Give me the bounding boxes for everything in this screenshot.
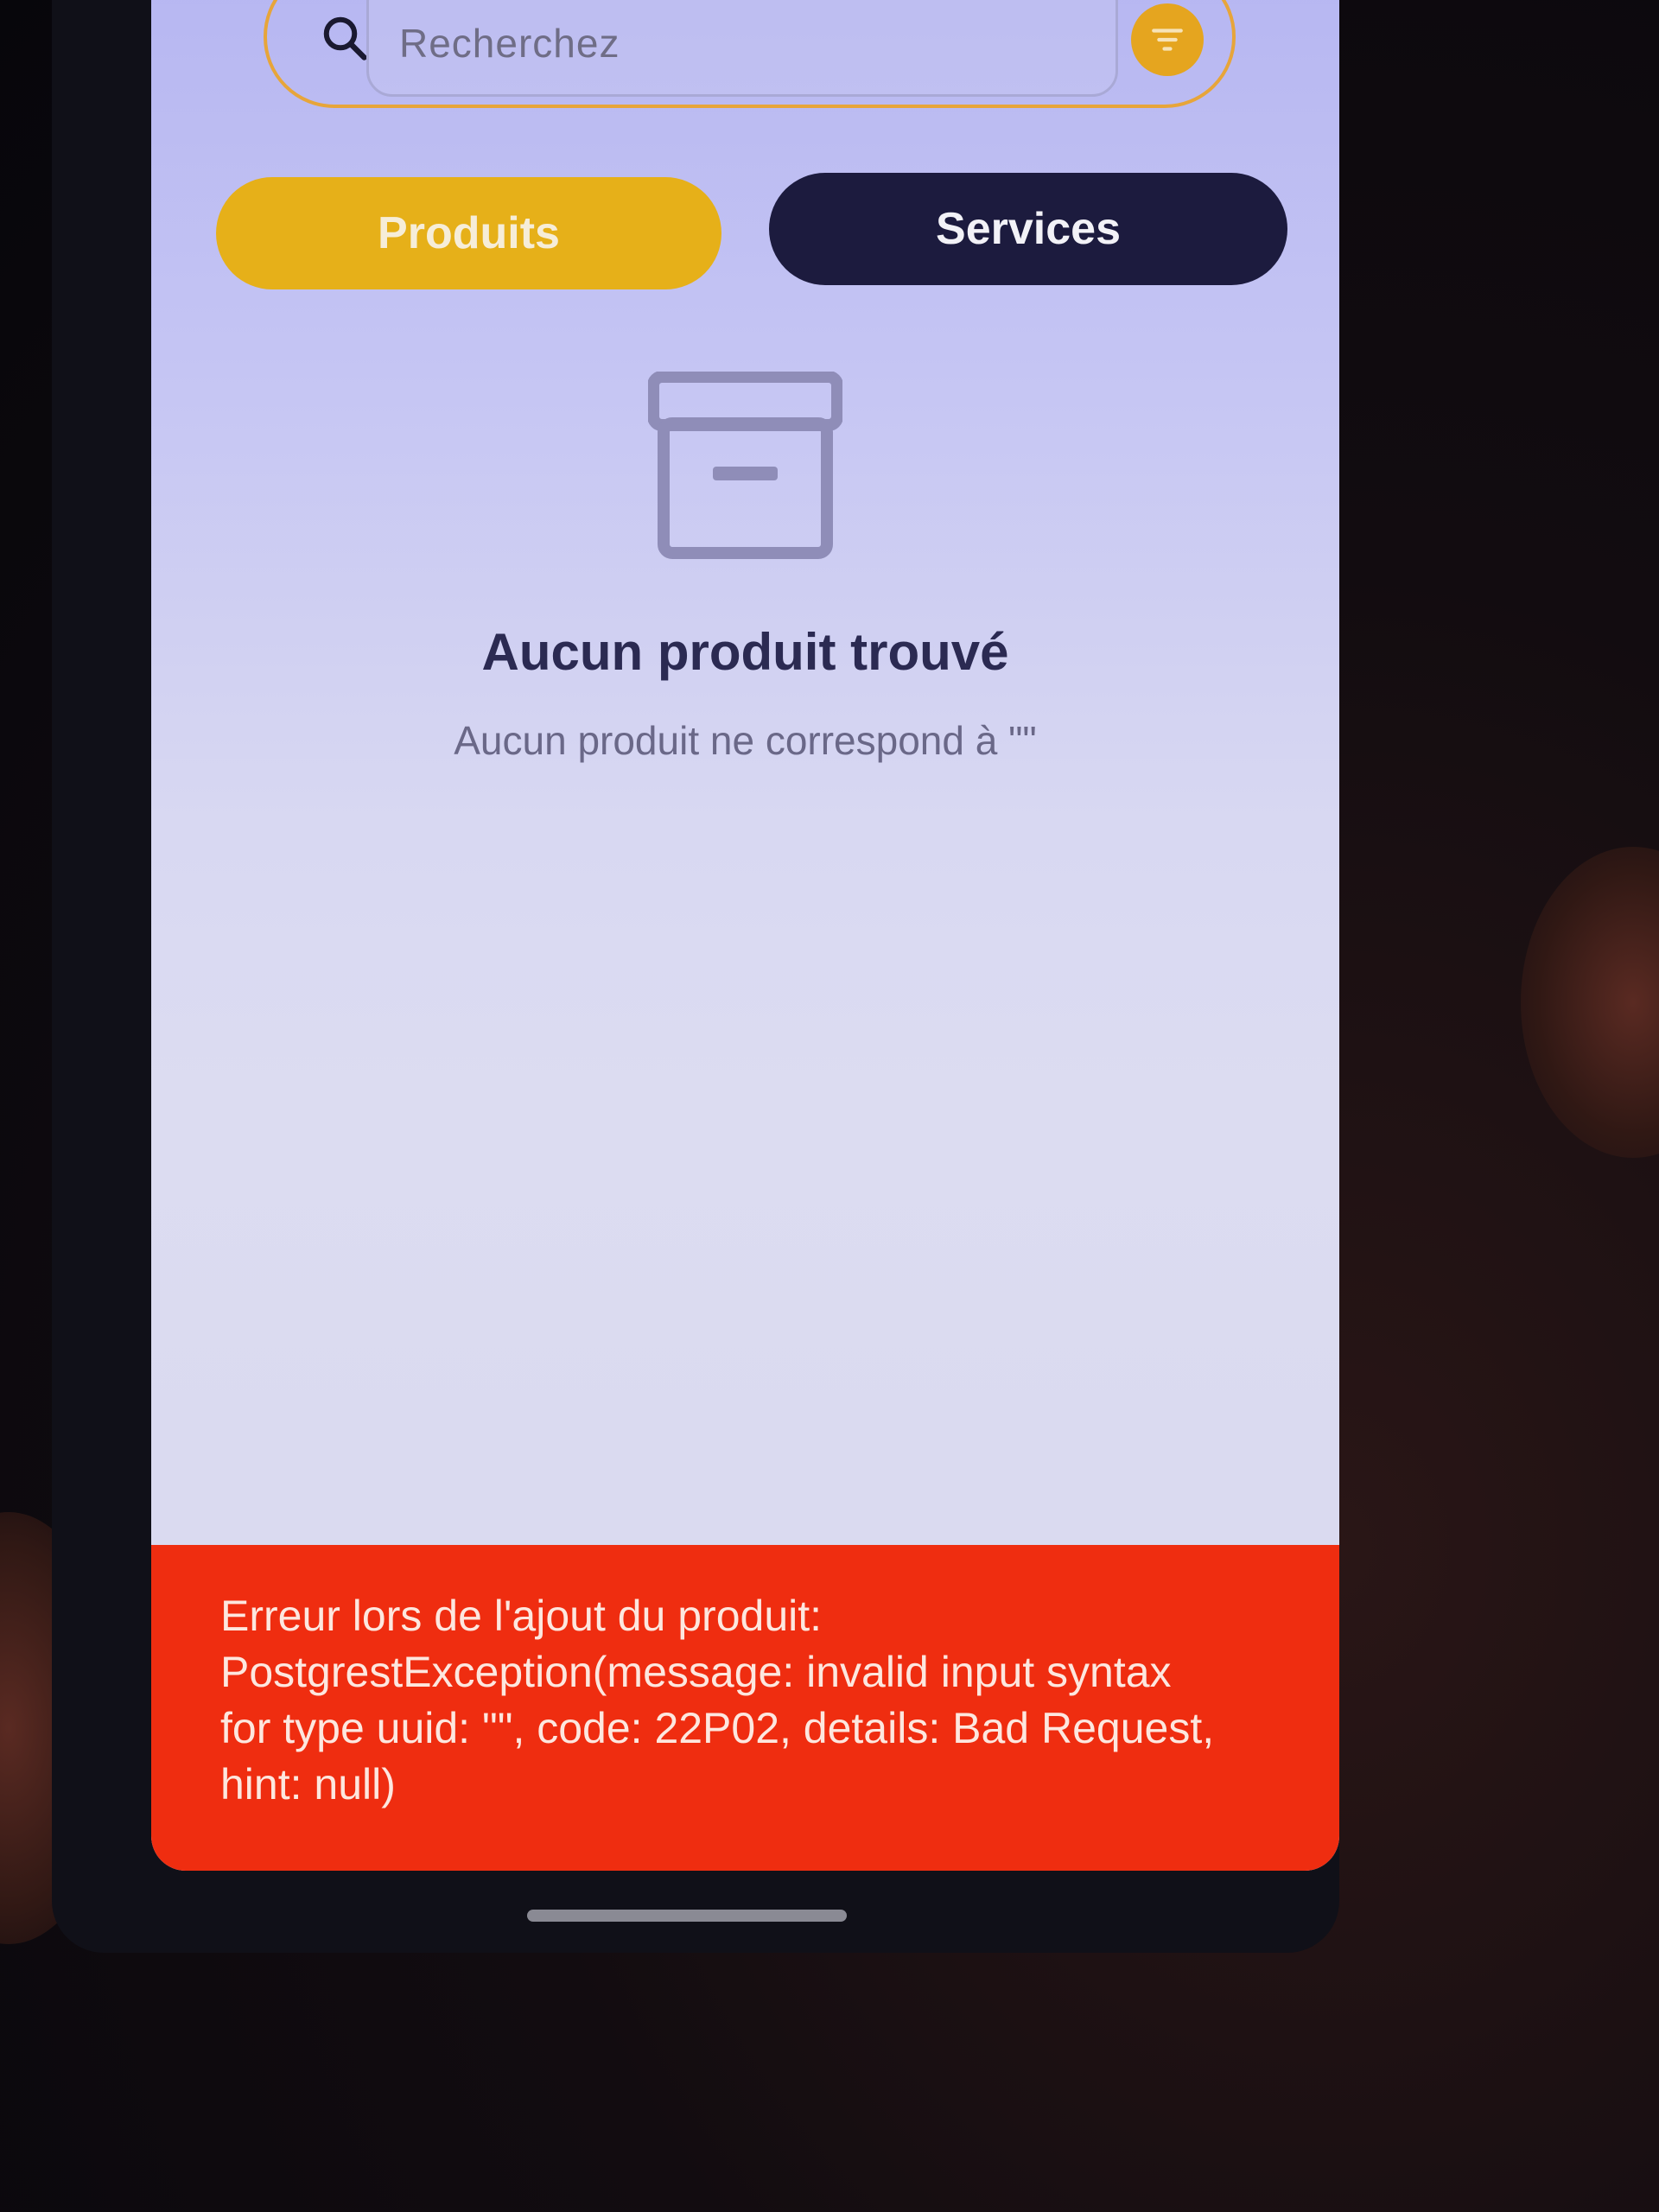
search-placeholder: Recherchez bbox=[399, 21, 620, 66]
empty-state-title: Aucun produit trouvé bbox=[481, 623, 1009, 681]
empty-state-subtitle: Aucun produit ne correspond à "" bbox=[454, 718, 1037, 763]
search-icon bbox=[323, 16, 367, 60]
app-screen: Recherchez Produits Services Aucun produ… bbox=[151, 0, 1339, 1871]
error-message: Erreur lors de l'ajout du produit: Postg… bbox=[220, 1592, 1215, 1808]
error-snackbar: Erreur lors de l'ajout du produit: Postg… bbox=[151, 1545, 1339, 1871]
home-indicator[interactable] bbox=[527, 1910, 847, 1922]
filter-icon bbox=[1152, 29, 1183, 51]
tab-services[interactable]: Services bbox=[769, 173, 1287, 285]
archive-box-icon bbox=[648, 372, 842, 559]
search-bar[interactable]: Recherchez bbox=[264, 0, 1236, 108]
phone-frame: Recherchez Produits Services Aucun produ… bbox=[52, 0, 1339, 1953]
filter-button[interactable] bbox=[1131, 3, 1204, 76]
photo-background: Recherchez Produits Services Aucun produ… bbox=[0, 0, 1659, 2212]
tab-produits[interactable]: Produits bbox=[216, 177, 721, 289]
search-input[interactable]: Recherchez bbox=[366, 0, 1118, 97]
finger-shadow bbox=[1521, 847, 1659, 1158]
